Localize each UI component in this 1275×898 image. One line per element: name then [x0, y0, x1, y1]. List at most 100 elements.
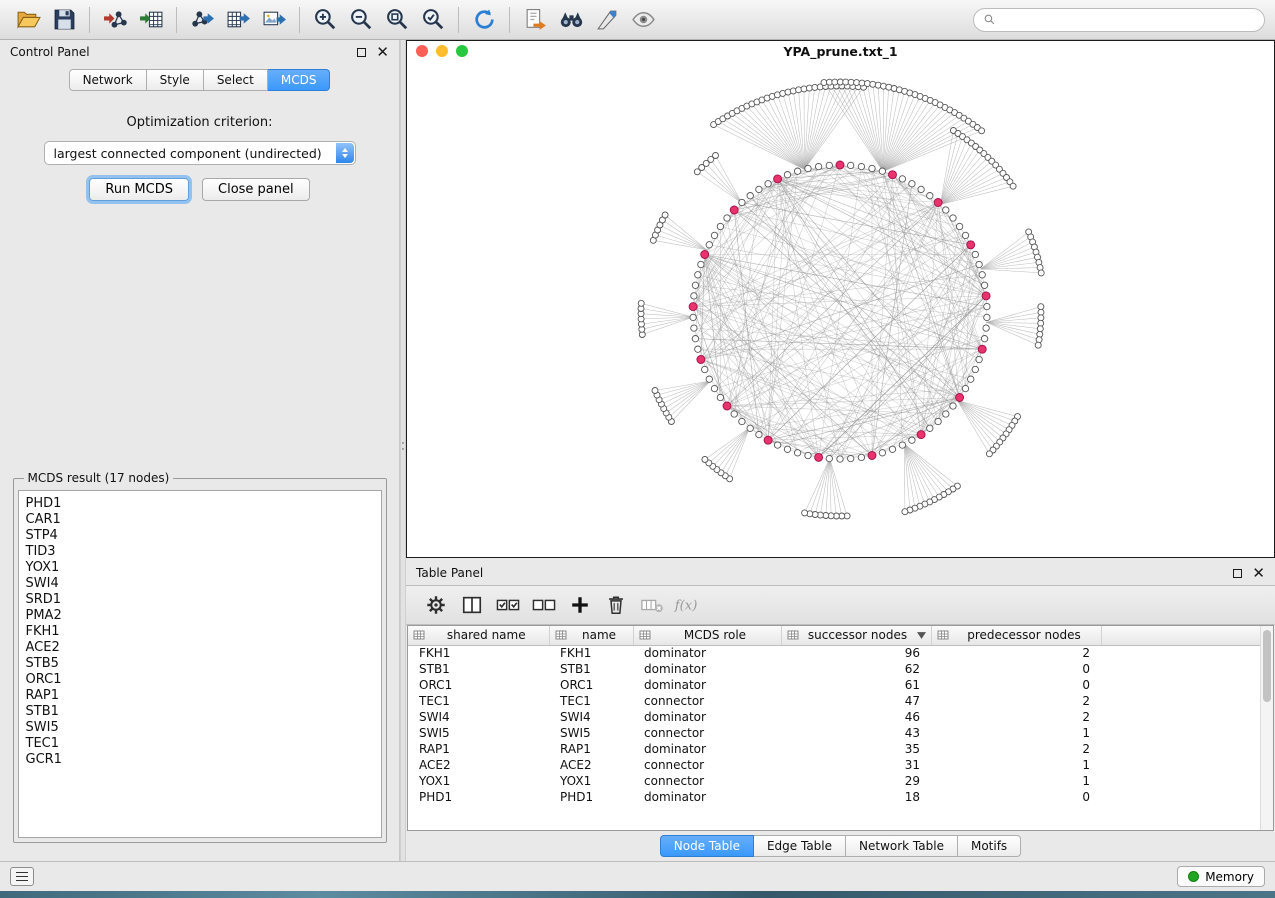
graph-node[interactable]	[962, 385, 968, 391]
dominator-node[interactable]	[967, 241, 975, 249]
show-columns-icon[interactable]	[456, 589, 488, 621]
export-network-icon[interactable]	[184, 4, 220, 36]
leaf-node[interactable]	[652, 388, 658, 394]
task-list-icon[interactable]	[10, 867, 34, 886]
mcds-result-item[interactable]: CAR1	[26, 512, 374, 528]
criterion-select[interactable]: largest connected component (undirected)	[44, 141, 356, 165]
settings-gear-icon[interactable]	[420, 589, 452, 621]
graph-node[interactable]	[690, 314, 696, 320]
apply-style-icon[interactable]	[589, 4, 625, 36]
graph-node[interactable]	[794, 450, 800, 456]
leaf-node[interactable]	[662, 212, 668, 218]
leaf-node[interactable]	[802, 510, 808, 516]
graph-node[interactable]	[972, 366, 978, 372]
graph-node[interactable]	[899, 176, 905, 182]
table-row[interactable]: TEC1TEC1connector472	[408, 693, 1260, 709]
mcds-result-item[interactable]: SWI5	[26, 720, 374, 736]
graph-node[interactable]	[968, 376, 974, 382]
select-all-icon[interactable]	[492, 589, 524, 621]
graph-node[interactable]	[927, 425, 933, 431]
zoom-out-icon[interactable]	[343, 4, 379, 36]
graph-node[interactable]	[717, 223, 723, 229]
dominator-node[interactable]	[689, 303, 697, 311]
graph-node[interactable]	[691, 293, 697, 299]
graph-node[interactable]	[976, 356, 982, 362]
table-row[interactable]: SWI5SWI5connector431	[408, 725, 1260, 741]
graph-node[interactable]	[826, 455, 832, 461]
graph-node[interactable]	[805, 165, 811, 171]
mcds-result-item[interactable]: FKH1	[26, 624, 374, 640]
dominator-node[interactable]	[982, 292, 990, 300]
tab-network-table[interactable]: Network Table	[846, 835, 958, 857]
graph-node[interactable]	[756, 431, 762, 437]
mcds-result-item[interactable]: TID3	[26, 544, 374, 560]
graph-node[interactable]	[899, 442, 905, 448]
graph-node[interactable]	[858, 163, 864, 169]
close-panel-icon[interactable]: ✕	[376, 47, 389, 57]
graph-node[interactable]	[724, 215, 730, 221]
mcds-result-item[interactable]: STP4	[26, 528, 374, 544]
graph-node[interactable]	[826, 162, 832, 168]
column-header-shared-name[interactable]: shared name	[408, 626, 549, 645]
show-hide-icon[interactable]	[625, 4, 661, 36]
graph-node[interactable]	[747, 425, 753, 431]
graph-node[interactable]	[956, 223, 962, 229]
graph-node[interactable]	[848, 455, 854, 461]
table-row[interactable]: SWI4SWI4dominator462	[408, 709, 1260, 725]
leaf-node[interactable]	[1038, 270, 1044, 276]
save-session-icon[interactable]	[46, 4, 82, 36]
dominator-node[interactable]	[868, 452, 876, 460]
mcds-result-item[interactable]: RAP1	[26, 688, 374, 704]
dominator-node[interactable]	[774, 175, 782, 183]
share-document-icon[interactable]	[517, 4, 553, 36]
dominator-node[interactable]	[730, 206, 738, 214]
mcds-result-item[interactable]: STB1	[26, 704, 374, 720]
leaf-node[interactable]	[902, 509, 908, 515]
graph-node[interactable]	[889, 446, 895, 452]
tab-style[interactable]: Style	[147, 69, 204, 91]
dominator-node[interactable]	[917, 431, 925, 439]
graph-node[interactable]	[981, 282, 987, 288]
graph-node[interactable]	[711, 232, 717, 238]
graph-node[interactable]	[765, 181, 771, 187]
close-panel-button[interactable]: Close panel	[202, 178, 310, 201]
graph-node[interactable]	[935, 418, 941, 424]
window-maximize-icon[interactable]	[456, 45, 468, 57]
graph-node[interactable]	[739, 418, 745, 424]
column-header-predecessor-nodes[interactable]: predecessor nodes	[931, 626, 1101, 645]
table-row[interactable]: RAP1RAP1dominator352	[408, 741, 1260, 757]
tab-edge-table[interactable]: Edge Table	[754, 835, 846, 857]
graph-node[interactable]	[858, 454, 864, 460]
graph-node[interactable]	[983, 325, 989, 331]
dominator-node[interactable]	[815, 453, 823, 461]
graph-node[interactable]	[837, 456, 843, 462]
float-panel-icon[interactable]	[357, 48, 366, 57]
unselect-all-icon[interactable]	[528, 589, 560, 621]
graph-node[interactable]	[695, 346, 701, 352]
leaf-node[interactable]	[702, 457, 708, 463]
graph-node[interactable]	[984, 314, 990, 320]
tab-network[interactable]: Network	[69, 69, 147, 91]
graph-node[interactable]	[691, 325, 697, 331]
mcds-result-item[interactable]: ACE2	[26, 640, 374, 656]
dominator-node[interactable]	[697, 356, 705, 364]
import-table-icon[interactable]	[133, 4, 169, 36]
table-row[interactable]: ACE2ACE2connector311	[408, 757, 1260, 773]
toolbar-search[interactable]	[973, 8, 1265, 32]
table-row[interactable]: STB1STB1dominator620	[408, 661, 1260, 677]
search-input[interactable]	[1001, 13, 1255, 27]
graph-node[interactable]	[909, 181, 915, 187]
export-image-icon[interactable]	[256, 4, 292, 36]
leaf-node[interactable]	[1036, 337, 1042, 343]
mcds-result-list[interactable]: PHD1CAR1STP4TID3YOX1SWI4SRD1PMA2FKH1ACE2…	[18, 490, 382, 838]
run-mcds-button[interactable]: Run MCDS	[89, 178, 189, 201]
graph-node[interactable]	[962, 232, 968, 238]
window-minimize-icon[interactable]	[436, 45, 448, 57]
open-file-icon[interactable]	[10, 4, 46, 36]
dominator-node[interactable]	[956, 394, 964, 402]
import-network-icon[interactable]	[97, 4, 133, 36]
graph-node[interactable]	[976, 261, 982, 267]
graph-node[interactable]	[879, 450, 885, 456]
leaf-node[interactable]	[638, 300, 644, 306]
dominator-node[interactable]	[764, 436, 772, 444]
